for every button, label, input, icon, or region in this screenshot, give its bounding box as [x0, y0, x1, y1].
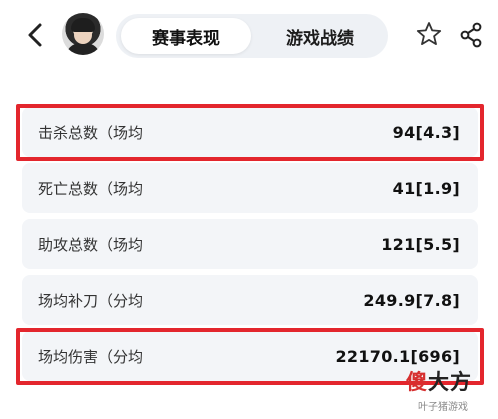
stat-value: 94[4.3]	[392, 122, 460, 142]
stat-row-deaths: 死亡总数（场均 41[1.9]	[22, 163, 478, 213]
watermark-brand: 傻大方	[406, 366, 472, 396]
watermark-caption: 叶子猪游戏	[418, 402, 468, 413]
stat-row-kills: 击杀总数（场均 94[4.3]	[22, 107, 478, 157]
stat-label: 场均伤害（分均	[38, 347, 144, 366]
watermark-brand-part1: 傻	[406, 370, 428, 394]
stat-label: 击杀总数（场均	[38, 123, 144, 142]
stat-label: 助攻总数（场均	[38, 235, 144, 254]
watermark-brand-part2: 大方	[428, 370, 472, 394]
stat-value: 41[1.9]	[392, 178, 460, 198]
stat-value: 22170.1[696]	[335, 346, 460, 366]
stat-label: 场均补刀（分均	[38, 291, 144, 310]
stat-value: 121[5.5]	[381, 234, 460, 254]
stat-label: 死亡总数（场均	[38, 179, 144, 198]
stat-row-assists: 助攻总数（场均 121[5.5]	[22, 219, 478, 269]
stats-list: 击杀总数（场均 94[4.3] 死亡总数（场均 41[1.9] 助攻总数（场均 …	[0, 0, 498, 419]
stat-row-cs: 场均补刀（分均 249.9[7.8]	[22, 275, 478, 325]
watermark: 傻大方 叶子猪游戏	[404, 366, 498, 419]
stat-value: 249.9[7.8]	[363, 290, 460, 310]
